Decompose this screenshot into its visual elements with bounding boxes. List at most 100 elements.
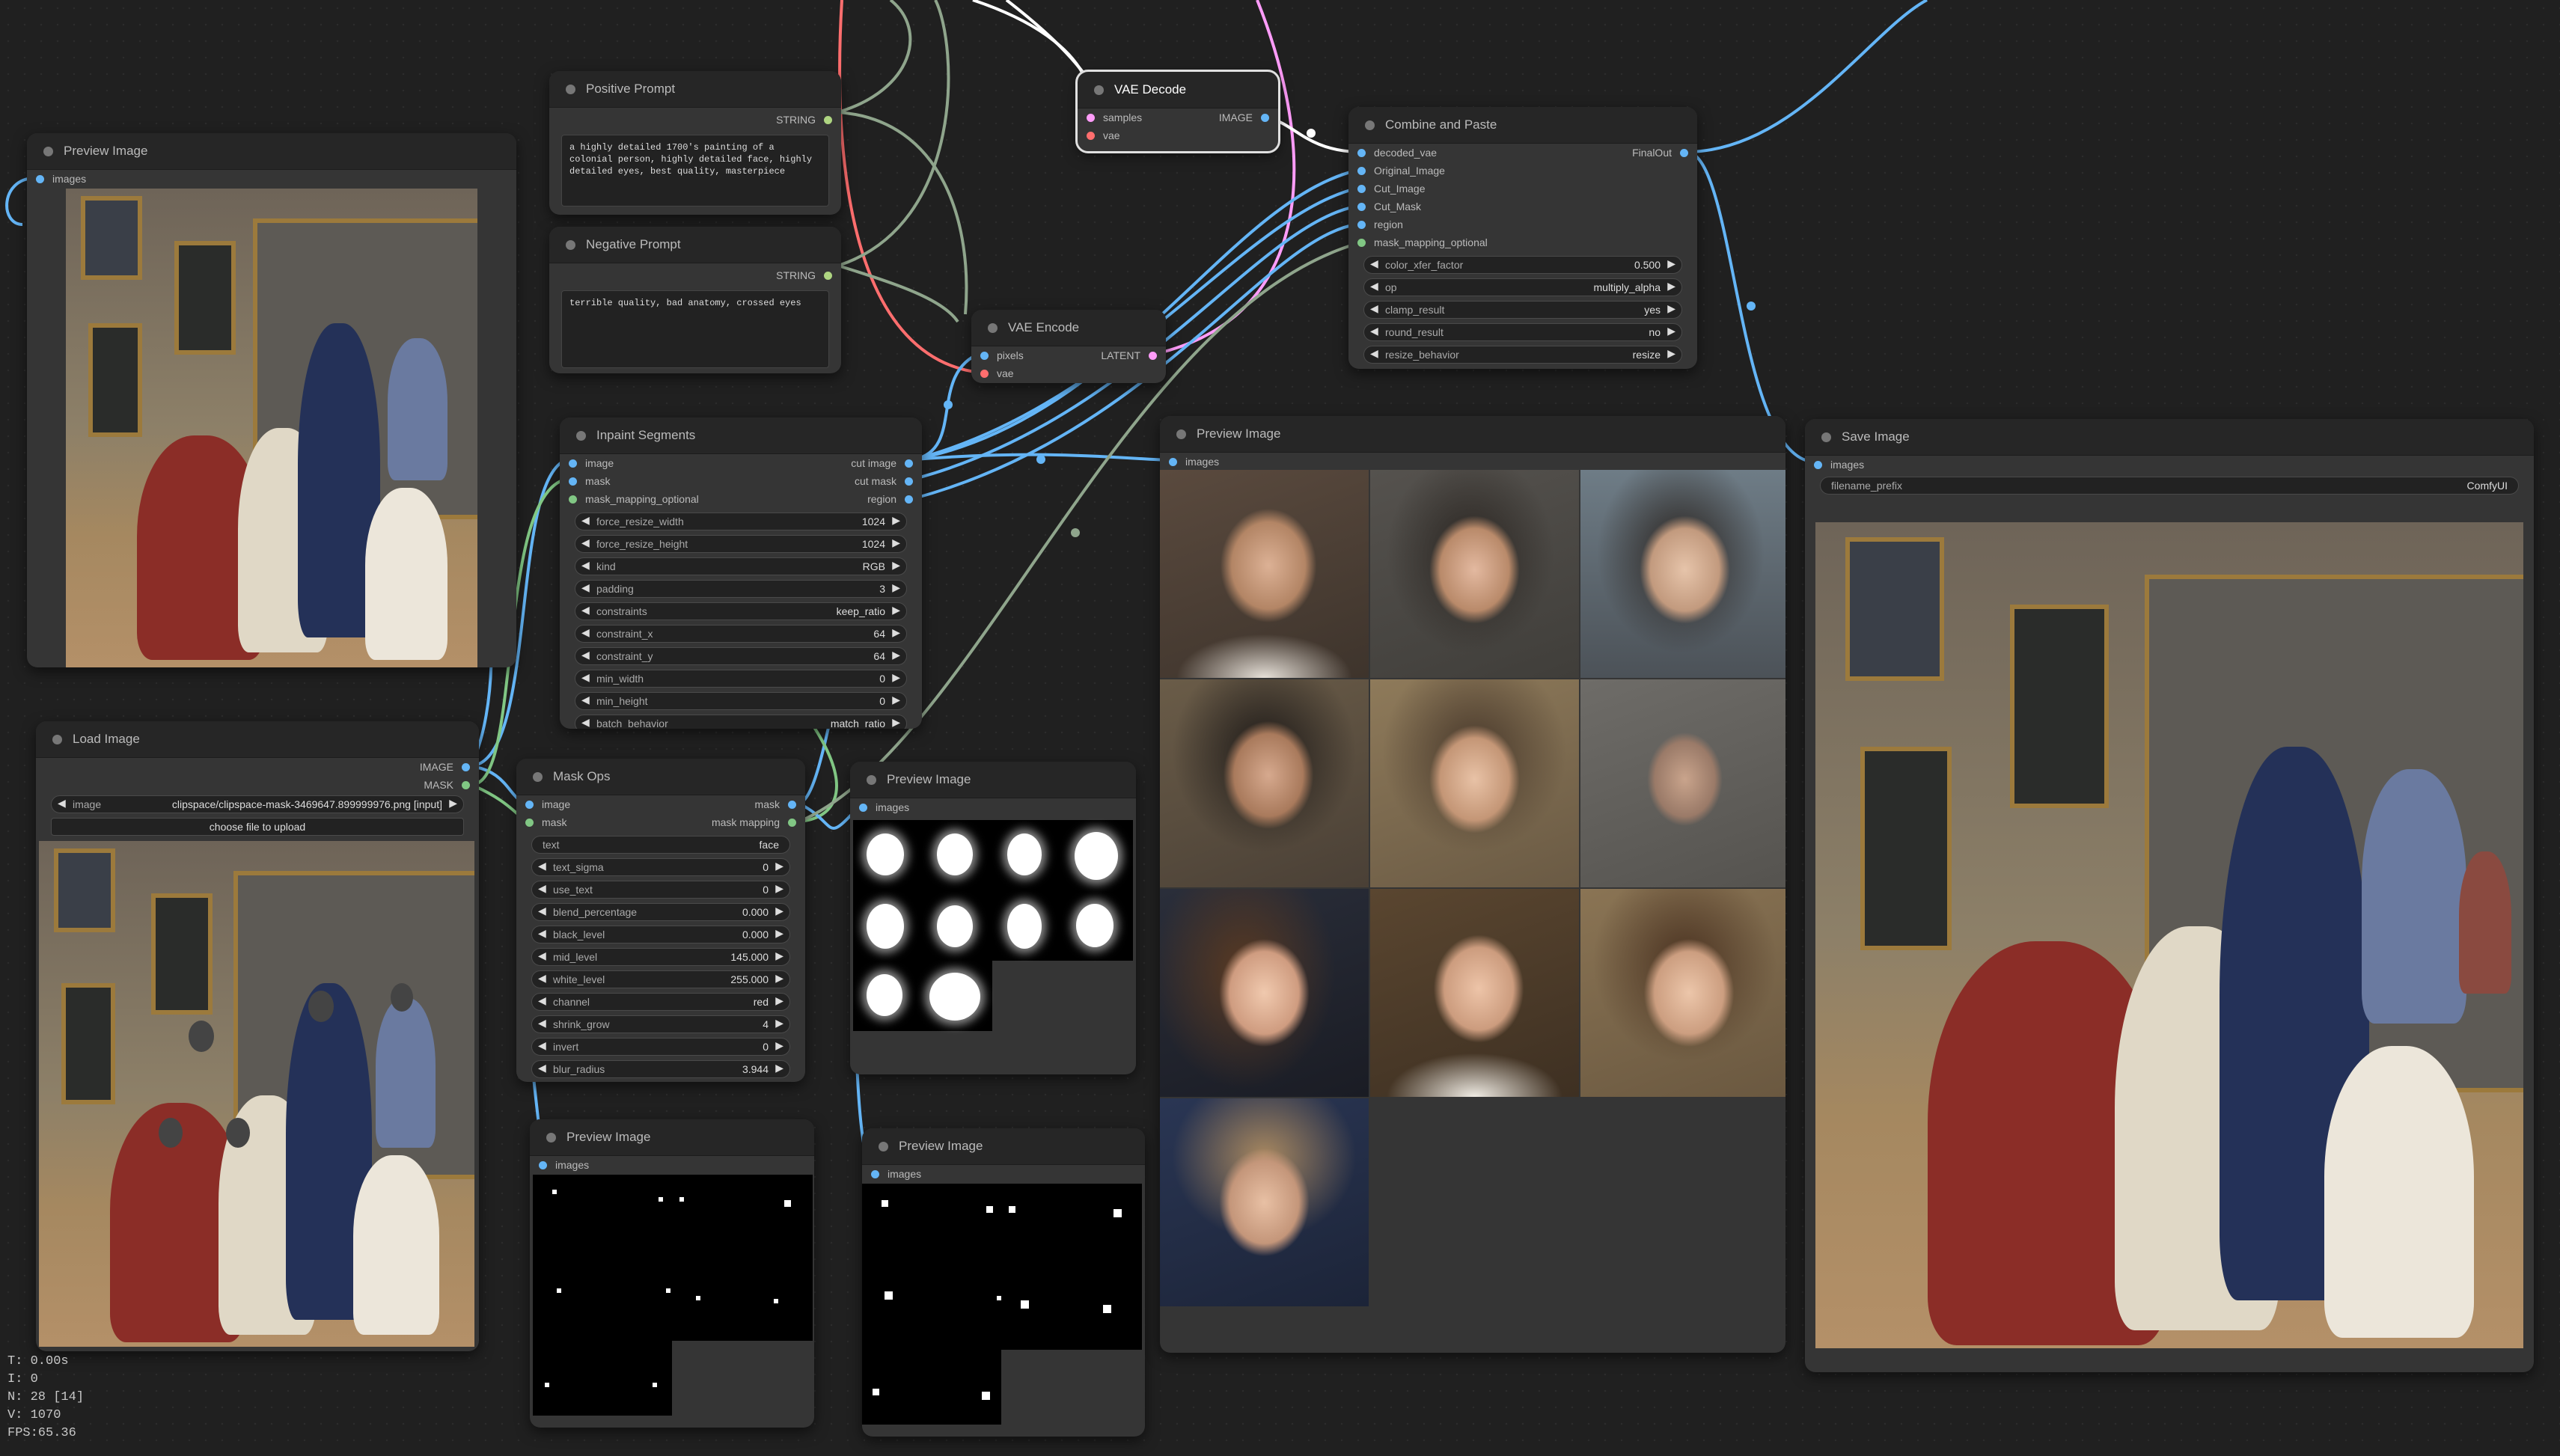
node-title-bar[interactable]: Mask Ops xyxy=(516,759,805,795)
increment-arrow-icon[interactable]: ▶ xyxy=(1667,302,1675,315)
decrement-arrow-icon[interactable]: ◀ xyxy=(581,559,590,572)
mask-mapping-socket[interactable] xyxy=(788,819,796,827)
face-crop[interactable] xyxy=(1580,679,1785,887)
combine-and-paste-node[interactable]: Combine and Paste decoded_vae FinalOut Or… xyxy=(1348,107,1697,369)
face-crop[interactable] xyxy=(1580,470,1785,678)
node-title-bar[interactable]: Negative Prompt xyxy=(549,227,841,263)
increment-arrow-icon[interactable]: ▶ xyxy=(892,694,900,706)
decrement-arrow-icon[interactable]: ◀ xyxy=(581,626,590,639)
collapse-dot-icon[interactable] xyxy=(546,1132,556,1143)
images-input-socket[interactable] xyxy=(539,1161,547,1169)
increment-arrow-icon[interactable]: ▶ xyxy=(1667,280,1675,293)
widget-constraints[interactable]: ◀ constraints keep_ratio ▶ xyxy=(575,602,907,620)
string-output-socket[interactable] xyxy=(824,116,832,124)
increment-arrow-icon[interactable]: ▶ xyxy=(775,949,783,962)
increment-arrow-icon[interactable]: ▶ xyxy=(775,927,783,940)
node-title-bar[interactable]: Combine and Paste xyxy=(1348,107,1697,144)
face-crop[interactable] xyxy=(1580,889,1785,1097)
images-input-socket[interactable] xyxy=(871,1170,879,1178)
decrement-arrow-icon[interactable]: ◀ xyxy=(538,949,546,962)
decrement-arrow-icon[interactable]: ◀ xyxy=(538,994,546,1007)
face-crop[interactable] xyxy=(1370,889,1579,1097)
widget-batch-behavior[interactable]: ◀ batch_behavior match_ratio ▶ xyxy=(575,715,907,729)
preview-masks-node[interactable]: Preview Image images xyxy=(850,762,1136,1074)
node-title-bar[interactable]: Positive Prompt xyxy=(549,71,841,108)
negative-prompt-textarea[interactable]: terrible quality, bad anatomy, crossed e… xyxy=(561,290,829,368)
cut-image-socket[interactable] xyxy=(1357,185,1366,193)
increment-arrow-icon[interactable]: ▶ xyxy=(892,649,900,661)
images-input-socket[interactable] xyxy=(1169,458,1177,466)
decrement-arrow-icon[interactable]: ◀ xyxy=(538,1039,546,1052)
save-image-node[interactable]: Save Image images filename_prefix ComfyUI xyxy=(1805,419,2534,1372)
face-crop[interactable] xyxy=(1370,470,1579,678)
node-title-bar[interactable]: Preview Image xyxy=(850,762,1136,798)
decrement-arrow-icon[interactable]: ◀ xyxy=(581,581,590,594)
collapse-dot-icon[interactable] xyxy=(52,734,62,744)
cut-mask-socket[interactable] xyxy=(1357,203,1366,211)
node-title-bar[interactable]: Preview Image xyxy=(1160,416,1785,453)
widget-blend-percentage[interactable]: ◀ blend_percentage 0.000 ▶ xyxy=(531,903,790,921)
decrement-arrow-icon[interactable]: ◀ xyxy=(581,514,590,527)
increment-arrow-icon[interactable]: ▶ xyxy=(1667,347,1675,360)
widget-black-level[interactable]: ◀ black_level 0.000 ▶ xyxy=(531,926,790,943)
face-crop[interactable] xyxy=(1160,679,1369,887)
widget-text-sigma[interactable]: ◀ text_sigma 0 ▶ xyxy=(531,858,790,876)
decrement-arrow-icon[interactable]: ◀ xyxy=(538,1017,546,1030)
collapse-dot-icon[interactable] xyxy=(576,430,586,441)
widget-resize-behavior[interactable]: ◀ resize_behavior resize ▶ xyxy=(1363,346,1682,364)
increment-arrow-icon[interactable]: ▶ xyxy=(775,1039,783,1052)
decrement-arrow-icon[interactable]: ◀ xyxy=(581,671,590,684)
decrement-arrow-icon[interactable]: ◀ xyxy=(1370,280,1378,293)
image-output-socket[interactable] xyxy=(462,763,470,771)
pixels-input-socket[interactable] xyxy=(980,352,989,360)
images-input-socket[interactable] xyxy=(859,804,867,812)
node-title-bar[interactable]: Save Image xyxy=(1805,419,2534,456)
inpaint-segments-node[interactable]: Inpaint Segments image cut image mask cut … xyxy=(560,417,922,729)
face-crop[interactable] xyxy=(1160,470,1369,678)
load-image-node[interactable]: Load Image IMAGE MASK ◀ image clipspace/cl… xyxy=(36,721,479,1351)
node-title-bar[interactable]: VAE Decode xyxy=(1078,72,1278,108)
node-title-bar[interactable]: Load Image xyxy=(36,721,479,758)
collapse-dot-icon[interactable] xyxy=(867,774,876,785)
widget-kind[interactable]: ◀ kind RGB ▶ xyxy=(575,557,907,575)
widget-channel[interactable]: ◀ channel red ▶ xyxy=(531,993,790,1011)
decoded-vae-socket[interactable] xyxy=(1357,149,1366,157)
positive-prompt-node[interactable]: Positive Prompt STRING a highly detailed… xyxy=(549,71,841,215)
widget-force-resize-height[interactable]: ◀ force_resize_height 1024 ▶ xyxy=(575,535,907,553)
face-crop[interactable] xyxy=(1370,679,1579,887)
collapse-dot-icon[interactable] xyxy=(566,239,575,250)
widget-blur-radius[interactable]: ◀ blur_radius 3.944 ▶ xyxy=(531,1060,790,1078)
decrement-arrow-icon[interactable]: ◀ xyxy=(1370,325,1378,337)
images-input-socket[interactable] xyxy=(1814,461,1822,469)
widget-shrink-grow[interactable]: ◀ shrink_grow 4 ▶ xyxy=(531,1015,790,1033)
widget-clamp-result[interactable]: ◀ clamp_result yes ▶ xyxy=(1363,301,1682,319)
preview-dots-node-a[interactable]: Preview Image images xyxy=(530,1119,814,1428)
saved-painting-image[interactable] xyxy=(1815,522,2523,1348)
region-socket[interactable] xyxy=(905,495,913,504)
decrement-arrow-icon[interactable]: ◀ xyxy=(538,1062,546,1074)
finalout-socket[interactable] xyxy=(1680,149,1688,157)
decrement-arrow-icon[interactable]: ◀ xyxy=(58,797,66,810)
cut-mask-socket[interactable] xyxy=(905,477,913,486)
node-title-bar[interactable]: Preview Image xyxy=(530,1119,814,1156)
preview-faces-node[interactable]: Preview Image images xyxy=(1160,416,1785,1353)
widget-invert[interactable]: ◀ invert 0 ▶ xyxy=(531,1038,790,1056)
decrement-arrow-icon[interactable]: ◀ xyxy=(581,649,590,661)
preview-image-node-top[interactable]: Preview Image images xyxy=(27,133,516,667)
decrement-arrow-icon[interactable]: ◀ xyxy=(1370,257,1378,270)
collapse-dot-icon[interactable] xyxy=(1094,85,1104,95)
increment-arrow-icon[interactable]: ▶ xyxy=(1667,257,1675,270)
widget-padding[interactable]: ◀ padding 3 ▶ xyxy=(575,580,907,598)
widget-min-width[interactable]: ◀ min_width 0 ▶ xyxy=(575,670,907,688)
decrement-arrow-icon[interactable]: ◀ xyxy=(538,860,546,872)
decrement-arrow-icon[interactable]: ◀ xyxy=(538,927,546,940)
increment-arrow-icon[interactable]: ▶ xyxy=(449,797,457,810)
widget-force-resize-width[interactable]: ◀ force_resize_width 1024 ▶ xyxy=(575,513,907,530)
increment-arrow-icon[interactable]: ▶ xyxy=(775,905,783,917)
collapse-dot-icon[interactable] xyxy=(566,84,575,94)
decrement-arrow-icon[interactable]: ◀ xyxy=(1370,347,1378,360)
node-title-bar[interactable]: Preview Image xyxy=(27,133,516,170)
mapping-input-socket[interactable] xyxy=(569,495,577,504)
widget-mid-level[interactable]: ◀ mid_level 145.000 ▶ xyxy=(531,948,790,966)
collapse-dot-icon[interactable] xyxy=(988,322,998,333)
